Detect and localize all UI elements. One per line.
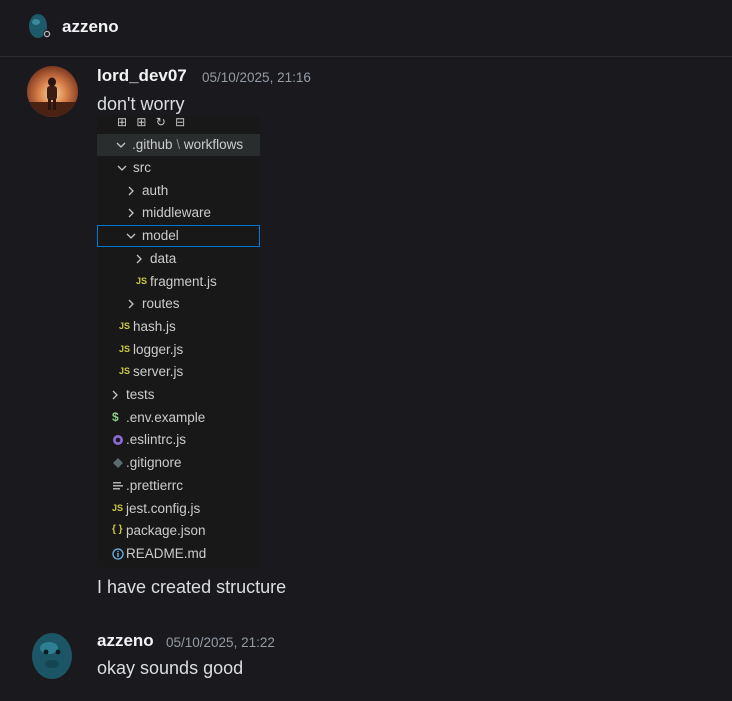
tree-row-fragment-js[interactable]: JS fragment.js (97, 271, 260, 293)
avatar[interactable] (27, 66, 78, 117)
username[interactable]: azzeno (97, 631, 154, 651)
tree-label: README.md (126, 545, 207, 561)
env-file-icon: $ (112, 409, 119, 424)
eslint-icon (112, 434, 124, 449)
tree-label: auth (142, 182, 169, 198)
tree-label: .github \ workflows (132, 137, 244, 152)
tree-label: .gitignore (126, 455, 182, 471)
tree-label: routes (142, 296, 180, 312)
chevron-down-icon (116, 138, 126, 152)
explorer-toolbar-icons: ⊞ ⊞ ↻ ⊟ (117, 115, 189, 129)
chevron-right-icon (126, 184, 136, 198)
tree-row-src[interactable]: src (97, 157, 260, 179)
channel-header: azzeno (0, 0, 732, 57)
tree-row-eslintrc-js[interactable]: .eslintrc.js (97, 429, 260, 451)
message-text: okay sounds good (97, 658, 244, 678)
timestamp: 05/10/2025, 21:16 (202, 70, 311, 85)
tree-row-auth[interactable]: auth (97, 180, 260, 202)
tree-label: logger.js (133, 341, 184, 357)
tree-row-hash-js[interactable]: JS hash.js (97, 316, 260, 338)
tree-row-server-js[interactable]: JS server.js (97, 361, 260, 383)
chevron-down-icon (126, 229, 136, 243)
tree-row-jest-config-js[interactable]: JS jest.config.js (97, 498, 260, 520)
javascript-file-icon: JS (119, 320, 131, 331)
chevron-right-icon (126, 297, 136, 311)
header-avatar[interactable] (28, 13, 52, 39)
chevron-right-icon (134, 252, 144, 266)
chevron-right-icon (110, 388, 120, 402)
tree-row-gitignore[interactable]: .gitignore (97, 452, 260, 474)
message-text: don't worry (97, 94, 185, 114)
username[interactable]: lord_dev07 (97, 66, 187, 86)
info-icon (112, 548, 124, 563)
tree-label: package.json (126, 523, 206, 539)
tree-label: server.js (133, 364, 184, 380)
git-icon (112, 457, 124, 472)
tree-row-github[interactable]: .github \ workflows (97, 134, 260, 156)
avatar[interactable] (27, 630, 78, 681)
tree-row-data[interactable]: data (97, 248, 260, 270)
javascript-file-icon: JS (136, 275, 148, 286)
tree-label: hash.js (133, 318, 176, 334)
channel-title: azzeno (62, 17, 119, 36)
tree-row-routes[interactable]: routes (97, 293, 260, 315)
tree-label: jest.config.js (126, 500, 201, 516)
timestamp: 05/10/2025, 21:22 (166, 635, 275, 650)
tree-row-model[interactable]: model (97, 225, 260, 248)
tree-label: tests (126, 387, 155, 402)
javascript-file-icon: JS (112, 502, 124, 513)
tree-label: .prettierrc (126, 477, 184, 493)
prettier-icon (112, 480, 124, 495)
message-caption: I have created structure (97, 577, 287, 597)
tree-row-logger-js[interactable]: JS logger.js (97, 339, 260, 361)
tree-label: model (142, 228, 179, 244)
javascript-file-icon: JS (119, 343, 131, 354)
tree-row-prettierrc[interactable]: .prettierrc (97, 475, 260, 497)
tree-label: data (150, 250, 177, 266)
chevron-down-icon (117, 161, 127, 175)
tree-label: fragment.js (150, 273, 217, 289)
tree-label: .env.example (126, 409, 206, 425)
chevron-right-icon (126, 206, 136, 220)
json-file-icon: { } (112, 524, 123, 536)
tree-row-middleware[interactable]: middleware (97, 202, 260, 224)
javascript-file-icon: JS (119, 366, 131, 377)
tree-row-tests[interactable]: tests (97, 384, 260, 406)
tree-row-package-json[interactable]: { } package.json (97, 520, 260, 542)
tree-label: middleware (142, 205, 212, 221)
tree-row-readme-md[interactable]: README.md (97, 543, 260, 565)
file-explorer-image[interactable]: ⊞ ⊞ ↻ ⊟ .github \ workflows src auth middl… (97, 115, 260, 567)
tree-label: .eslintrc.js (126, 432, 187, 448)
tree-label: src (133, 160, 151, 175)
tree-row-env-example[interactable]: $ .env.example (97, 407, 260, 429)
explorer-toolbar: ⊞ ⊞ ↻ ⊟ (97, 115, 260, 132)
